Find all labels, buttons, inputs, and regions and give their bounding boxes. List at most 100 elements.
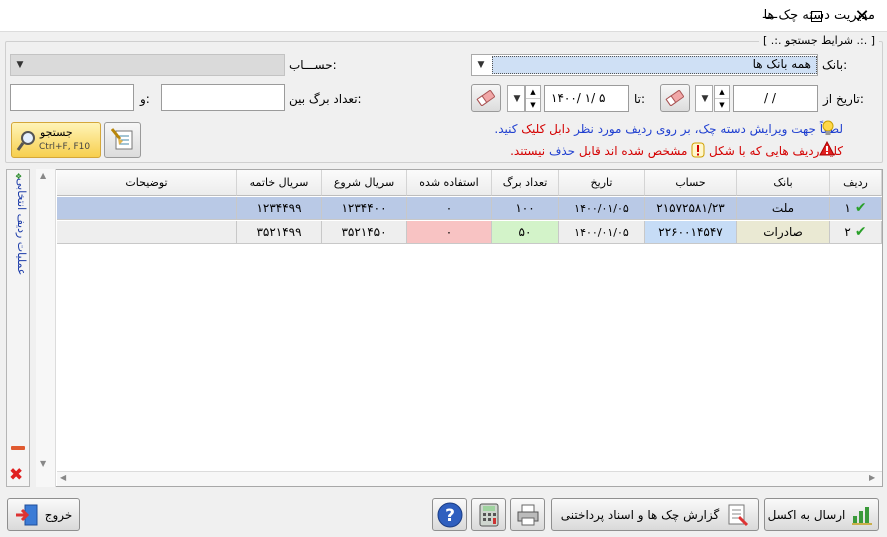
- search-button[interactable]: جستجو Ctrl+F, F10: [11, 122, 101, 158]
- used-cell: ۰: [407, 221, 492, 244]
- chevron-down-icon: ▼: [16, 60, 24, 70]
- scroll-up-icon[interactable]: ▲: [40, 171, 46, 180]
- search-button-shortcut: Ctrl+F, F10: [39, 142, 91, 152]
- date-to-field[interactable]: ۱۴۰۰/ ۱/ ۵: [544, 85, 629, 112]
- leaves-cell: ۵۰: [492, 221, 559, 244]
- clear-date-from-button[interactable]: [660, 84, 690, 112]
- minimize-icon: —: [762, 6, 778, 26]
- clear-date-to-button[interactable]: [471, 84, 501, 112]
- used-cell: ۰: [407, 197, 492, 220]
- lightbulb-icon: [821, 120, 835, 141]
- eraser-icon: [476, 90, 495, 106]
- clear-filters-button[interactable]: [104, 122, 141, 158]
- date-to-dropdown[interactable]: ▼: [507, 85, 525, 112]
- hint-delete-middle: مشخص شده اند قابل: [578, 144, 688, 158]
- exit-door-icon: [15, 504, 38, 525]
- date-from-value: / /: [764, 91, 776, 105]
- warning-icon: [691, 142, 705, 158]
- date-from-stepper[interactable]: ▲ ▼: [714, 85, 730, 112]
- grid-vertical-scrollbar[interactable]: ▲ ▼: [36, 169, 56, 487]
- leaves-cell: ۱۰۰: [492, 197, 559, 220]
- chevron-down-icon: ▼: [477, 60, 485, 70]
- export-excel-button[interactable]: ارسال به اکسل: [764, 498, 879, 531]
- checks-report-button[interactable]: گزارش چک ها و اسناد پرداختنی: [551, 498, 759, 531]
- close-icon: ✕: [854, 5, 870, 27]
- col-header-account[interactable]: حساب: [645, 170, 737, 196]
- calculator-icon: [479, 503, 498, 526]
- col-header-leaves[interactable]: تعداد برگ: [492, 170, 559, 196]
- date-from-field[interactable]: / /: [733, 85, 818, 112]
- date-from-label: تاریخ از:: [823, 92, 864, 106]
- grid-horizontal-scrollbar[interactable]: ◀ ▶: [57, 471, 882, 486]
- col-header-notes[interactable]: توضیحات: [57, 170, 237, 196]
- account-label: حســـاب:: [289, 58, 337, 72]
- scroll-right-icon[interactable]: ▶: [869, 473, 875, 482]
- printer-icon: [517, 504, 538, 525]
- eraser-icon: [665, 90, 684, 106]
- notes-cell: [57, 221, 237, 244]
- leaf-from-field[interactable]: [161, 84, 285, 111]
- exit-label: خروج: [44, 507, 73, 522]
- hint-edit: لطفاً جهت ویرایش دسته چک، بر روی ردیف مو…: [494, 122, 843, 136]
- row-number-cell: ۱ ✔: [830, 197, 882, 220]
- date-cell: ۱۴۰۰/۰۱/۰۵: [559, 221, 645, 244]
- delete-icon[interactable]: ✖: [9, 465, 23, 485]
- date-to-stepper[interactable]: ▲ ▼: [525, 85, 541, 112]
- hint-edit-suffix: کنید.: [494, 122, 518, 136]
- scroll-left-icon[interactable]: ◀: [60, 473, 66, 482]
- account-combo[interactable]: ▼: [10, 54, 285, 76]
- calculator-button[interactable]: [471, 498, 506, 531]
- help-button[interactable]: ?: [432, 498, 467, 531]
- serial-start-cell: ۳۵۲۱۴۵۰: [322, 221, 407, 244]
- broom-icon: [110, 128, 132, 150]
- search-group-legend: [ .:. شرایط جستجو .:. ]: [758, 34, 879, 47]
- row-number-cell: ۲ ✔: [830, 221, 882, 244]
- minimize-button[interactable]: —: [747, 0, 793, 32]
- print-button[interactable]: [510, 498, 545, 531]
- serial-end-cell: ۳۵۲۱۴۹۹: [237, 221, 322, 244]
- date-to-label: تا:: [634, 92, 646, 106]
- col-header-used[interactable]: استفاده شده: [407, 170, 492, 196]
- magnifier-icon: [16, 131, 35, 151]
- report-icon: [728, 504, 749, 526]
- date-to-value: ۱۴۰۰/ ۱/ ۵: [551, 91, 606, 105]
- scroll-down-icon[interactable]: ▼: [40, 459, 46, 468]
- col-header-serial-end[interactable]: سریال خاتمه: [237, 170, 322, 196]
- hint-edit-highlight: دابل کلیک: [521, 122, 571, 136]
- col-header-serial-start[interactable]: سریال شروع: [322, 170, 407, 196]
- account-cell: ۲۱۵۷۲۵۸۱/۲۳: [645, 197, 737, 220]
- svg-text:?: ?: [445, 506, 455, 526]
- date-cell: ۱۴۰۰/۰۱/۰۵: [559, 197, 645, 220]
- row-actions-label[interactable]: عملیات ردیف انتخابی: [8, 178, 28, 298]
- checks-report-label: گزارش چک ها و اسناد پرداختنی: [560, 507, 720, 522]
- hint-delete: کلیه ردیف هایی که با شکل مشخص شده اند قا…: [510, 142, 843, 158]
- row-number: ۱: [844, 201, 851, 215]
- search-button-label: جستجو: [40, 126, 73, 139]
- alert-triangle-icon: [819, 140, 835, 159]
- bank-label: بانک:: [822, 58, 848, 72]
- bank-combo[interactable]: ▼ همه بانک ها: [471, 54, 818, 76]
- close-button[interactable]: ✕: [839, 0, 885, 32]
- hint-delete-suffix: نیستند.: [510, 144, 546, 158]
- and-label: و:: [140, 92, 150, 106]
- col-header-row[interactable]: ردیف: [830, 170, 882, 196]
- bank-combo-value: همه بانک ها: [752, 57, 811, 71]
- export-excel-label: ارسال به اکسل: [767, 507, 846, 522]
- col-header-bank[interactable]: بانک: [737, 170, 830, 196]
- chevron-down-icon: ▼: [513, 93, 521, 104]
- serial-start-cell: ۱۲۳۴۴۰۰: [322, 197, 407, 220]
- notes-cell: [57, 197, 237, 220]
- col-header-date[interactable]: تاریخ: [559, 170, 645, 196]
- minus-icon[interactable]: [11, 446, 25, 450]
- exit-button[interactable]: خروج: [7, 498, 80, 531]
- hint-edit-prefix: لطفاً جهت ویرایش دسته چک، بر روی ردیف مو…: [574, 122, 843, 136]
- leaf-to-field[interactable]: [10, 84, 134, 111]
- maximize-button[interactable]: [793, 0, 839, 32]
- help-icon: ?: [437, 502, 462, 527]
- bank-cell: صادرات: [737, 221, 830, 244]
- leaf-count-label: تعداد برگ بین:: [289, 92, 362, 106]
- serial-end-cell: ۱۲۳۴۴۹۹: [237, 197, 322, 220]
- check-icon: ✔: [854, 200, 867, 216]
- date-from-dropdown[interactable]: ▼: [695, 85, 713, 112]
- excel-chart-icon: [852, 506, 873, 525]
